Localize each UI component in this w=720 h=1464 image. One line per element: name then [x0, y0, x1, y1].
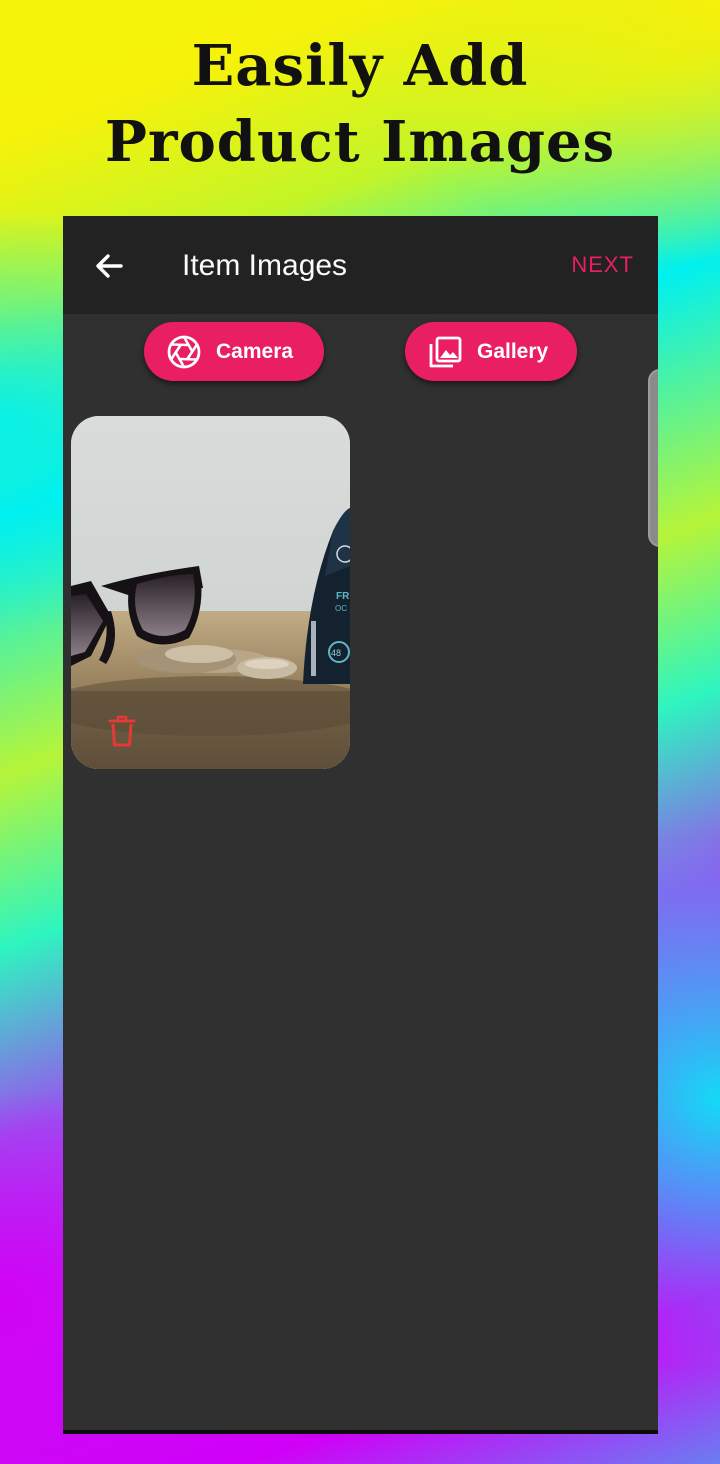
aperture-icon [167, 335, 201, 368]
camera-button[interactable]: Camera [144, 322, 324, 381]
headline-line-2: Product Images [104, 109, 616, 175]
gallery-label: Gallery [477, 339, 549, 363]
gallery-button[interactable]: Gallery [405, 322, 577, 381]
back-arrow-icon[interactable] [91, 248, 127, 284]
trash-icon[interactable] [107, 714, 137, 748]
headline-line-1: Easily Add [191, 33, 529, 99]
photo-library-icon [429, 336, 462, 367]
phone-bottom-edge [63, 1430, 658, 1434]
phone-screen: Item Images NEXT Camera Gallery 48 FR OC [63, 216, 658, 1434]
svg-text:OC: OC [335, 604, 347, 613]
next-button[interactable]: NEXT [571, 252, 634, 278]
promo-headline: Easily Add Product Images [0, 28, 720, 180]
svg-text:FR: FR [336, 591, 350, 602]
side-drawer-handle[interactable] [648, 369, 658, 547]
app-bar: Item Images NEXT [63, 216, 658, 314]
svg-text:48: 48 [331, 648, 341, 658]
camera-label: Camera [216, 339, 294, 363]
product-image-thumbnail[interactable]: 48 FR OC [71, 416, 350, 769]
page-title: Item Images [182, 249, 348, 282]
